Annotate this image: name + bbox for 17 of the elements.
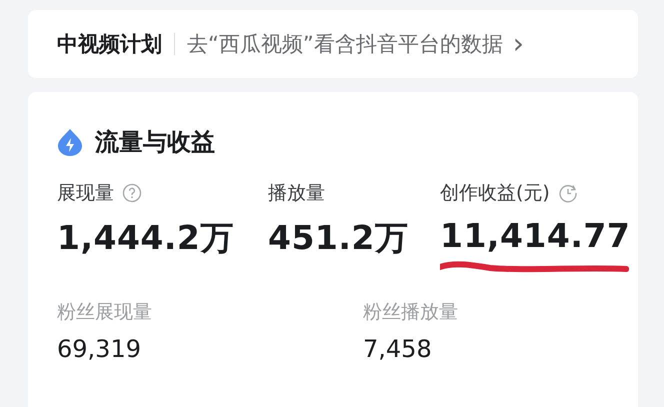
section-title: 流量与收益 [95,127,215,158]
fan-metric-label: 粉丝播放量 [363,300,458,325]
help-icon[interactable] [122,183,142,203]
chevron-icon[interactable]: › [512,30,524,58]
xigua-data-link[interactable]: 去“西瓜视频”看含抖音平台的数据 [187,30,503,58]
history-icon[interactable] [558,183,578,203]
fan-metric-value: 69,319 [57,335,142,363]
fan-metric-label: 粉丝展现量 [57,300,153,325]
plan-title: 中视频计划 [57,31,162,58]
metric-value: 1,444.2万 [57,217,235,259]
metric-label: 展现量 [57,181,114,206]
metric-label: 播放量 [268,181,325,206]
fan-metric-value: 7,458 [363,335,433,363]
metric-label: 创作收益(元) [440,181,550,206]
lightning-drop-icon [57,128,83,156]
metric-value: 11,414.77 [440,216,630,255]
metric-value: 451.2万 [268,217,410,259]
